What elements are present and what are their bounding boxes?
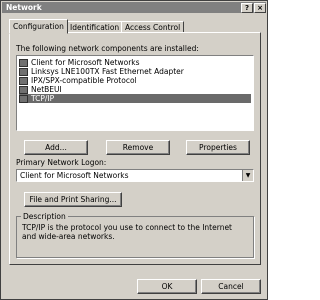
logon-select[interactable]: Client for Microsoft Networks ▼	[16, 169, 254, 182]
list-item[interactable]: Linksys LNE100TX Fast Ethernet Adapter	[19, 67, 251, 76]
description-title: Description	[21, 212, 68, 221]
protocol-icon	[19, 95, 28, 103]
components-label: The following network components are ins…	[16, 44, 199, 53]
title-bar[interactable]: Network ? ×	[2, 2, 266, 13]
components-list[interactable]: Client for Microsoft Networks Linksys LN…	[16, 55, 254, 131]
list-item-label: NetBEUI	[31, 85, 62, 94]
add-button[interactable]: Add...	[24, 140, 88, 155]
logon-label: Primary Network Logon:	[16, 158, 107, 167]
remove-button[interactable]: Remove	[106, 140, 170, 155]
adapter-icon	[19, 68, 28, 76]
cancel-button[interactable]: Cancel	[201, 279, 261, 294]
client-icon	[19, 59, 28, 67]
properties-button[interactable]: Properties	[186, 140, 250, 155]
chevron-down-icon[interactable]: ▼	[242, 170, 253, 181]
network-dialog: Network ? × Configuration Identification…	[0, 0, 268, 300]
ok-button[interactable]: OK	[137, 279, 197, 294]
window-title: Network	[6, 3, 42, 12]
list-item-label: TCP/IP	[31, 94, 55, 103]
list-item-selected[interactable]: TCP/IP	[19, 94, 251, 103]
protocol-icon	[19, 77, 28, 85]
description-text: TCP/IP is the protocol you use to connec…	[22, 223, 232, 241]
close-button[interactable]: ×	[254, 3, 266, 13]
tab-configuration[interactable]: Configuration	[9, 19, 68, 34]
logon-select-value: Client for Microsoft Networks	[20, 171, 129, 180]
help-button[interactable]: ?	[241, 3, 253, 13]
configuration-panel: The following network components are ins…	[9, 32, 261, 265]
list-item-label: Client for Microsoft Networks	[31, 58, 140, 67]
protocol-icon	[19, 86, 28, 94]
description-group: Description TCP/IP is the protocol you u…	[16, 212, 254, 258]
list-item[interactable]: IPX/SPX-compatible Protocol	[19, 76, 251, 85]
list-item[interactable]: Client for Microsoft Networks	[19, 58, 251, 67]
file-print-sharing-button[interactable]: File and Print Sharing...	[24, 192, 122, 207]
list-item-label: IPX/SPX-compatible Protocol	[31, 76, 137, 85]
list-item[interactable]: NetBEUI	[19, 85, 251, 94]
list-item-label: Linksys LNE100TX Fast Ethernet Adapter	[31, 67, 184, 76]
